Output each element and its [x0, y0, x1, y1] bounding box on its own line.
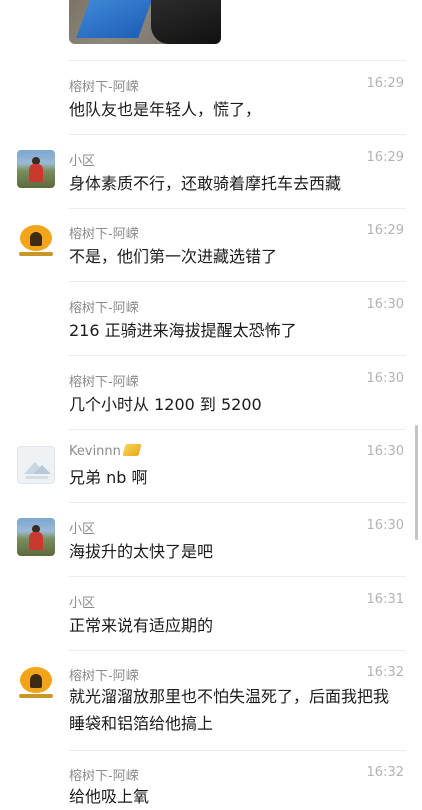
message-time: 16:32 [366, 665, 404, 680]
message-time: 16:29 [366, 223, 404, 238]
message-text: 几个小时从 1200 到 5200 [69, 395, 262, 414]
chat-message[interactable]: 榕树下-阿嵘 16:29 他队友也是年轻人，慌了， [0, 72, 422, 132]
message-time: 16:30 [366, 518, 404, 533]
chat-message[interactable]: 小区 16:30 海拔升的太快了是吧 [0, 514, 422, 574]
chat-message[interactable]: 榕树下-阿嵘 16:30 几个小时从 1200 到 5200 [0, 367, 422, 427]
message-separator [69, 355, 406, 356]
message-separator [69, 429, 406, 430]
message-time: 16:29 [366, 150, 404, 165]
avatar[interactable] [17, 446, 55, 484]
chat-message[interactable]: 榕树下-阿嵘 16:32 就光溜溜放那里也不怕失温死了，后面我把我睡袋和铝箔给他… [0, 661, 422, 747]
message-time: 16:30 [366, 371, 404, 386]
avatar[interactable] [17, 223, 55, 261]
photo-dark-sleeping-bag [151, 0, 221, 44]
avatar[interactable] [17, 150, 55, 188]
message-separator [69, 750, 406, 751]
chat-message[interactable]: 榕树下-阿嵘 16:29 不是，他们第一次进藏选错了 [0, 219, 422, 279]
message-time: 16:31 [366, 592, 404, 607]
sender-name: Kevinnn [69, 444, 142, 459]
message-text: 身体素质不行，还敢骑着摩托车去西藏 [69, 174, 342, 193]
scrollbar[interactable] [415, 425, 418, 540]
avatar-person-body [29, 532, 43, 550]
chat-message[interactable]: 榕树下-阿嵘 16:32 给他吸上氧 [0, 761, 422, 806]
message-text: 不是，他们第一次进藏选错了 [69, 247, 278, 266]
tree-icon [30, 674, 42, 688]
image-placeholder-bar [26, 476, 48, 479]
sender-name: 榕树下-阿嵘 [69, 669, 139, 684]
sender-name: 榕树下-阿嵘 [69, 769, 139, 784]
sender-name: 小区 [69, 522, 96, 537]
chat-message[interactable]: Kevinnn 16:30 兄弟 nb 啊 [0, 440, 422, 500]
avatar-person-body [29, 164, 43, 182]
message-separator [69, 60, 406, 61]
chat-message[interactable]: 小区 16:29 身体素质不行，还敢骑着摩托车去西藏 [0, 146, 422, 206]
message-separator [69, 576, 406, 577]
message-time: 16:30 [366, 444, 404, 459]
message-time: 16:29 [366, 76, 404, 91]
message-separator [69, 208, 406, 209]
avatar-logo-caption [19, 694, 53, 698]
sender-name: 榕树下-阿嵘 [69, 375, 139, 390]
message-time: 16:30 [366, 297, 404, 312]
avatar-logo-caption [19, 252, 53, 256]
chat-message[interactable]: 榕树下-阿嵘 16:30 216 正骑进来海拔提醒太恐怖了 [0, 293, 422, 353]
gold-badge-icon [122, 444, 142, 456]
sender-name-text: Kevinnn [69, 444, 121, 459]
message-time: 16:32 [366, 765, 404, 780]
message-separator [69, 134, 406, 135]
message-text: 正常来说有适应期的 [69, 616, 214, 635]
sender-name: 榕树下-阿嵘 [69, 227, 139, 242]
message-text: 他队友也是年轻人，慌了， [69, 100, 262, 119]
message-text: 海拔升的太快了是吧 [69, 542, 214, 561]
avatar[interactable] [17, 665, 55, 703]
photo-blue-tarp [76, 0, 152, 38]
message-separator [69, 281, 406, 282]
sender-name: 小区 [69, 596, 96, 611]
message-text: 给他吸上氧 [69, 787, 150, 806]
sender-name: 榕树下-阿嵘 [69, 301, 139, 316]
message-text: 就光溜溜放那里也不怕失温死了，后面我把我睡袋和铝箔给他搞上 [69, 687, 390, 733]
image-placeholder-peak [33, 465, 51, 474]
message-separator [69, 650, 406, 651]
message-text: 216 正骑进来海拔提醒太恐怖了 [69, 321, 297, 340]
sender-name: 榕树下-阿嵘 [69, 80, 139, 95]
avatar[interactable] [17, 518, 55, 556]
chat-message[interactable]: 小区 16:31 正常来说有适应期的 [0, 588, 422, 648]
tree-icon [30, 232, 42, 246]
message-separator [69, 502, 406, 503]
sender-name: 小区 [69, 154, 96, 169]
shared-photo-thumbnail[interactable] [69, 0, 221, 44]
message-text: 兄弟 nb 啊 [69, 468, 148, 487]
